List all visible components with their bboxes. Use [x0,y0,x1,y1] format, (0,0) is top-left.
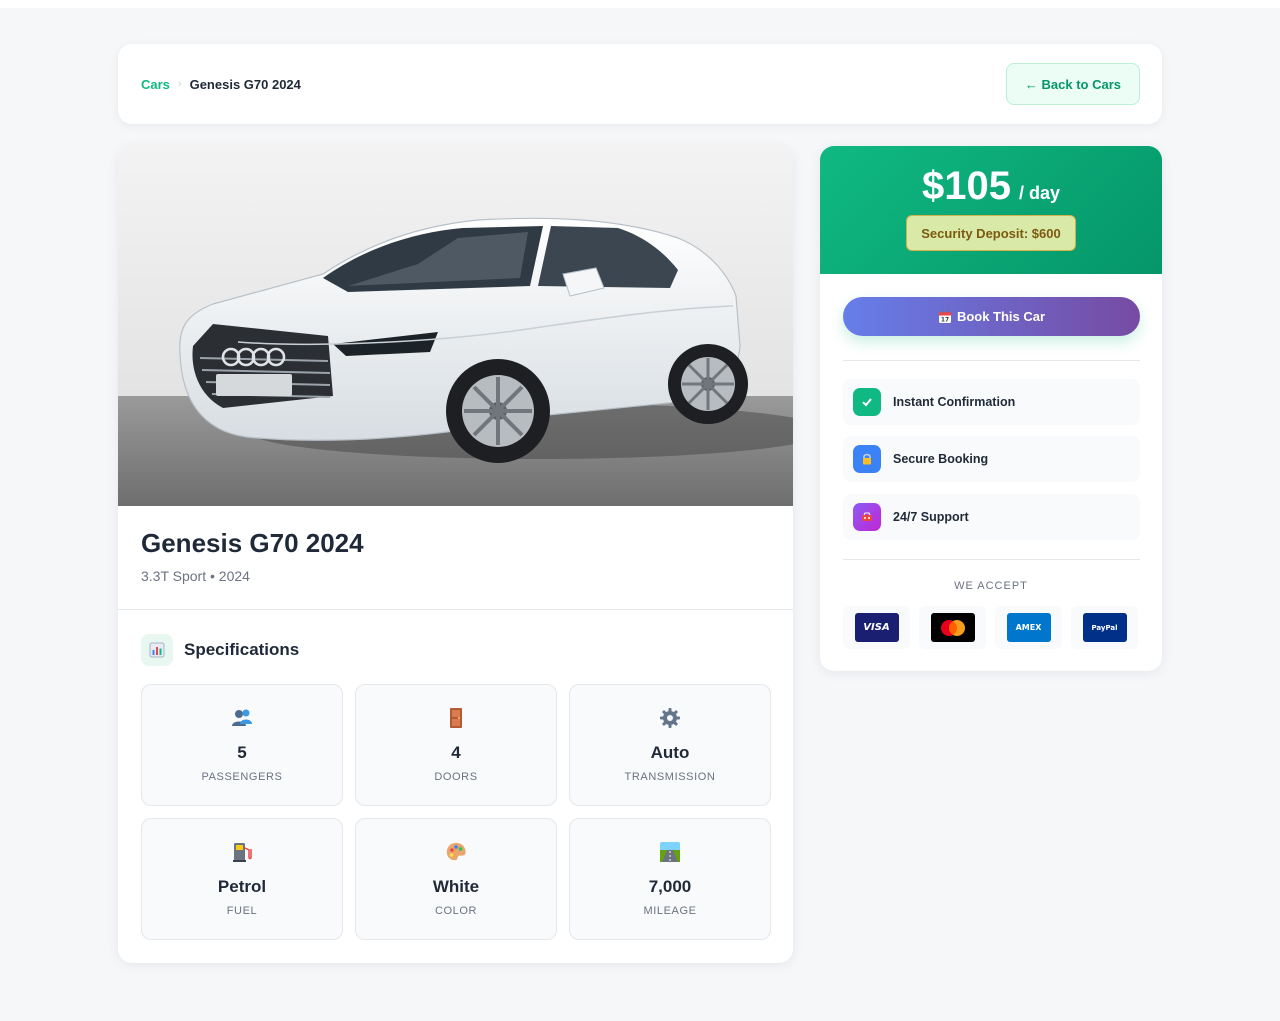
back-to-cars-button[interactable]: ← Back to Cars [1005,63,1140,105]
spec-value: Petrol [217,877,267,896]
top-strip [0,0,1280,8]
feature-label: Instant Confirmation [893,395,1016,409]
price-banner: $105 / day Security Deposit: $600 [820,146,1162,274]
amex-logo: AMEX [1006,613,1051,642]
book-button-label: Book This Car [956,309,1046,324]
specifications-heading: Specifications [184,640,300,659]
car-subtitle: 3.3T Sport • 2024 [141,568,250,584]
mastercard-logo [930,613,975,642]
payment-amex: AMEX [995,606,1062,649]
car-title: Genesis G70 2024 [141,528,364,558]
paypal-logo: PayPal [1082,613,1127,642]
palette-icon [446,843,466,861]
bar-chart-icon [141,634,173,666]
spec-color: White COLOR [355,818,557,940]
spec-mileage: 7,000 MILEAGE [569,818,771,940]
payment-methods: VISA AMEX PayPal [843,606,1138,649]
price-line: $105 / day [922,164,1060,209]
divider [843,559,1140,560]
feature-instant-confirmation: Instant Confirmation [843,379,1140,425]
door-icon [450,708,462,728]
visa-logo: VISA [854,613,899,642]
passengers-icon [232,709,252,726]
feature-label: 24/7 Support [893,510,969,524]
car-image [118,146,793,506]
spec-label: PASSENGERS [201,771,283,783]
spec-label: MILEAGE [643,905,697,917]
security-deposit-badge: Security Deposit: $600 [906,215,1076,251]
spec-value: 5 [237,743,247,762]
feature-label: Secure Booking [893,452,989,466]
specifications-grid: 5 PASSENGERS 4 DOORS Auto TRANSMISSION P… [141,684,771,940]
svg-text:17: 17 [941,316,949,323]
payment-paypal: PayPal [1071,606,1138,649]
price-unit: / day [1018,183,1060,203]
gear-icon [660,708,680,728]
support-icon [853,503,881,531]
lock-icon [853,445,881,473]
breadcrumb-cars-link[interactable]: Cars [141,77,170,92]
spec-label: COLOR [434,905,478,917]
spec-value: 7,000 [648,877,692,896]
feature-support: 24/7 Support [843,494,1140,540]
we-accept-label: WE ACCEPT [954,580,1028,592]
payment-mastercard [919,606,986,649]
spec-label: TRANSMISSION [624,771,716,783]
price-amount: $105 [921,164,1011,208]
header-bar: Cars › Genesis G70 2024 ← Back to Cars [118,44,1162,124]
pricing-card: $105 / day Security Deposit: $600 17 Boo… [820,146,1162,671]
spec-value: Auto [650,743,690,762]
car-details-card: Genesis G70 2024 3.3T Sport • 2024 Speci… [118,146,793,963]
calendar-icon: 17 [938,310,951,323]
spec-label: FUEL [226,905,258,917]
book-this-car-button[interactable]: 17 Book This Car [843,297,1140,336]
spec-passengers: 5 PASSENGERS [141,684,343,806]
road-icon [660,842,680,862]
spec-value: White [432,877,480,896]
spec-doors: 4 DOORS [355,684,557,806]
fuel-pump-icon [233,843,252,862]
spec-transmission: Auto TRANSMISSION [569,684,771,806]
breadcrumb-separator: › [177,78,182,90]
specifications-header: Specifications [141,634,299,666]
check-icon [853,388,881,416]
payment-visa: VISA [843,606,910,649]
spec-fuel: Petrol FUEL [141,818,343,940]
breadcrumb: Cars › Genesis G70 2024 [141,77,301,92]
feature-secure-booking: Secure Booking [843,436,1140,482]
spec-label: DOORS [434,771,478,783]
divider [843,360,1140,361]
spec-value: 4 [451,743,461,762]
divider [118,609,793,610]
breadcrumb-current: Genesis G70 2024 [189,76,301,92]
